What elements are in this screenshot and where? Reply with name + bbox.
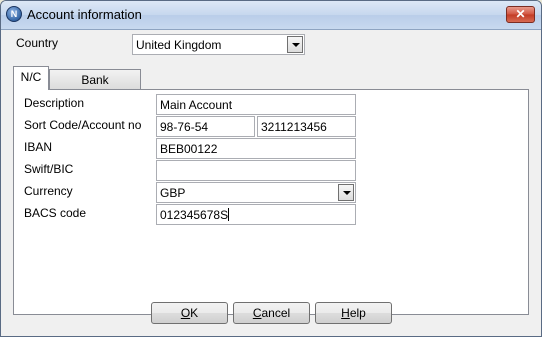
app-icon: N [6, 6, 22, 22]
currency-select[interactable]: GBP [156, 182, 356, 203]
country-select[interactable]: United Kingdom [132, 34, 305, 55]
iban-label: IBAN [24, 140, 53, 154]
tab-nc[interactable]: N/C [13, 66, 49, 90]
account-number-field[interactable]: 3211213456 [257, 116, 356, 137]
sort-code-account-label: Sort Code/Account no [24, 118, 142, 132]
bacs-code-field[interactable]: 012345678S [156, 204, 356, 225]
bacs-code-value: 012345678S [160, 208, 229, 222]
tab-bank-information[interactable]: Bank information [49, 69, 141, 101]
description-field[interactable]: Main Account [156, 94, 356, 115]
ok-label: K [190, 306, 199, 320]
help-button[interactable]: Help [315, 302, 392, 324]
help-accelerator: H [341, 306, 350, 320]
chevron-down-icon[interactable] [287, 36, 303, 53]
currency-label: Currency [24, 184, 73, 198]
currency-selected-value: GBP [160, 186, 186, 200]
country-selected-value: United Kingdom [136, 38, 222, 52]
cancel-label: ancel [261, 306, 291, 320]
dialog-body: Country United Kingdom N/C Bank informat… [2, 30, 540, 336]
country-label: Country [16, 36, 59, 50]
swift-bic-field[interactable] [156, 160, 356, 181]
window-title: Account information [27, 7, 142, 22]
title-bar: N Account information ✕ [1, 1, 541, 30]
sort-code-field[interactable]: 98-76-54 [156, 116, 255, 137]
ok-button[interactable]: OK [151, 302, 228, 324]
description-label: Description [24, 96, 85, 110]
account-information-dialog: N Account information ✕ Country United K… [0, 0, 542, 337]
swift-bic-label: Swift/BIC [24, 162, 74, 176]
ok-accelerator: O [180, 306, 191, 320]
bacs-code-label: BACS code [24, 206, 87, 220]
text-cursor [228, 208, 230, 221]
iban-field[interactable]: BEB00122 [156, 138, 356, 159]
close-button[interactable]: ✕ [506, 6, 535, 23]
close-icon: ✕ [515, 7, 526, 21]
chevron-down-icon[interactable] [338, 184, 354, 201]
help-label: elp [349, 306, 366, 320]
cancel-button[interactable]: Cancel [233, 302, 310, 324]
